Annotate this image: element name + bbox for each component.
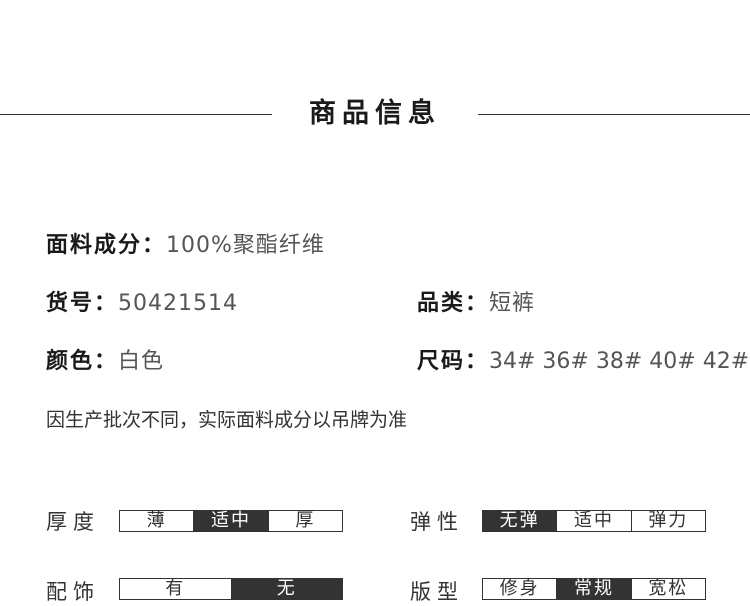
rating-fit-scale: 修身 常规 宽松: [482, 578, 706, 600]
rating-accessories-label: 配饰: [46, 580, 100, 604]
spec-item-no-label: 货号：: [46, 291, 119, 316]
spec-size-value: 34# 36# 38# 40# 42#: [489, 349, 750, 374]
rating-fit-option: 常规: [557, 579, 632, 599]
rating-elasticity-label: 弹性: [410, 510, 464, 534]
spec-color-value: 白色: [118, 349, 165, 374]
rating-thickness-option: 薄: [120, 511, 195, 531]
spec-size: 尺码：34# 36# 38# 40# 42#: [417, 347, 749, 377]
rating-accessories-option: 无: [231, 579, 342, 599]
spec-category-label: 品类：: [417, 291, 490, 316]
rating-accessories-scale: 有无: [119, 578, 343, 600]
rating-thickness-option: 厚: [295, 510, 316, 531]
rating-thickness-scale: 薄适中 厚: [119, 510, 343, 532]
title-rule-right: [478, 114, 750, 115]
rating-elasticity-option: 适中: [557, 511, 632, 531]
spec-item-no: 货号：50421514: [46, 289, 238, 319]
spec-category: 品类：短裤: [417, 289, 535, 319]
spec-category-value: 短裤: [489, 291, 536, 316]
fabric-note: 因生产批次不同，实际面料成分以吊牌为准: [46, 409, 408, 431]
rating-fit-option: 宽松: [648, 578, 689, 599]
spec-fabric: 面料成分：100%聚酯纤维: [46, 231, 325, 261]
rating-elasticity-option: 无弹: [483, 511, 558, 531]
rating-thickness-option: 适中: [194, 511, 269, 531]
spec-fabric-label: 面料成分：: [46, 233, 167, 258]
section-title: 商品信息: [309, 98, 441, 129]
spec-color: 颜色：白色: [46, 347, 164, 377]
spec-fabric-value: 100%聚酯纤维: [166, 233, 325, 258]
rating-elasticity-scale: 无弹 适中 弹力: [482, 510, 706, 532]
rating-fit-label: 版型: [410, 580, 464, 604]
rating-elasticity-option: 弹力: [648, 510, 689, 531]
title-rule-left: [0, 114, 272, 115]
spec-color-label: 颜色：: [46, 349, 119, 374]
rating-thickness-label: 厚度: [46, 510, 100, 534]
spec-size-label: 尺码：: [417, 349, 490, 374]
spec-item-no-value: 50421514: [118, 291, 238, 316]
rating-fit-option: 修身: [483, 579, 558, 599]
rating-accessories-option: 有: [120, 579, 232, 599]
